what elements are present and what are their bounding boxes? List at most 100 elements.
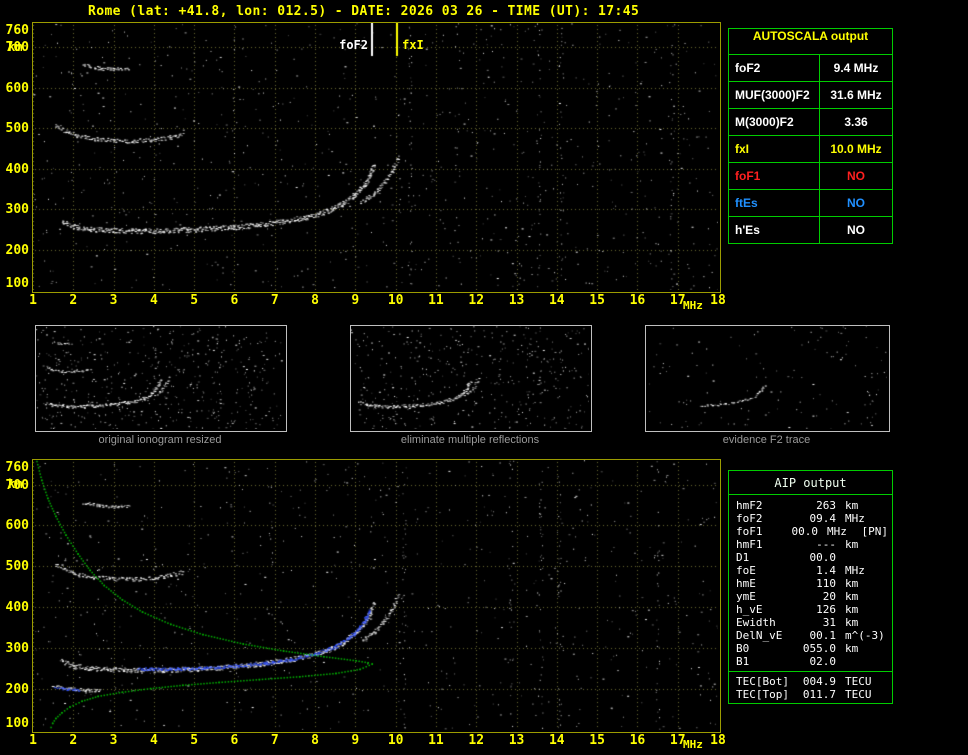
y-tick-label: 700	[5, 40, 29, 56]
y-tick-label: 760	[5, 460, 29, 475]
aip-extra: [PN]	[861, 525, 888, 538]
aip-val: 263	[816, 499, 836, 512]
aip-val: 110	[816, 577, 836, 590]
aip-unit: km	[845, 538, 859, 551]
x-tick-label: 7	[270, 733, 279, 748]
y-tick-label: 300	[5, 641, 29, 657]
aip-extra	[887, 688, 888, 701]
aip-name: hmF1	[736, 538, 763, 551]
autoscala-param-value: NO	[847, 196, 865, 210]
autoscala-param-value: 9.4 MHz	[833, 61, 879, 75]
x-tick-label: 2	[69, 733, 78, 748]
aip-name: ymE	[736, 590, 756, 603]
aip-name: B0	[736, 642, 750, 655]
autoscala-row: M(3000)F2 3.36	[729, 109, 892, 136]
x-tick-label: 1	[29, 293, 37, 308]
thumb-caption-original: original ionogram resized	[98, 434, 222, 446]
x-tick-label: 12	[468, 293, 485, 308]
y-tick-label: 760	[5, 23, 29, 38]
aip-row: TEC[Bot] 004.9 TECU	[729, 675, 892, 688]
autoscala-param-value: NO	[847, 223, 865, 237]
aip-name: hmF2	[736, 499, 763, 512]
ionogram-canvas-bottom	[33, 460, 718, 730]
aip-row: h_vE 126 km	[729, 603, 892, 616]
y-tick-label: 500	[5, 559, 29, 575]
aip-row: hmF2 263 km	[729, 499, 892, 512]
aip-row: Ewidth 31 km	[729, 616, 892, 629]
aip-table-title: AIP output	[729, 471, 892, 495]
aip-extra	[887, 616, 888, 629]
aip-row: hmE 110 km	[729, 577, 892, 590]
aip-name: DelN_vE	[736, 629, 783, 642]
aip-row: ymE 20 km	[729, 590, 892, 603]
autoscala-param-name: MUF(3000)F2	[729, 82, 820, 108]
aip-extra	[887, 655, 888, 668]
x-tick-label: 18	[710, 293, 726, 308]
x-tick-label: 14	[548, 733, 565, 748]
ionogram-plot-bottom	[32, 459, 721, 733]
aip-extra	[887, 538, 888, 551]
autoscala-table-body: foF2 9.4 MHz MUF(3000)F2 31.6 MHz M(3000)F2 3…	[729, 55, 892, 243]
aip-unit: MHz	[827, 525, 847, 538]
x-tick-label: 4	[149, 733, 158, 748]
x-tick-label: 3	[109, 293, 118, 308]
aip-unit: MHz	[845, 564, 865, 577]
aip-val: 20	[822, 590, 836, 603]
aip-unit: km	[845, 642, 859, 655]
autoscala-param-value: 3.36	[844, 115, 868, 129]
aip-val: 31	[822, 616, 836, 629]
y-tick-label: 400	[5, 600, 29, 616]
x-tick-label: 7	[270, 293, 279, 308]
autoscala-table-title: AUTOSCALA output	[729, 29, 892, 55]
x-tick-label: 6	[230, 293, 239, 308]
x-tick-label: 2	[69, 293, 78, 308]
aip-val: 1.4	[816, 564, 836, 577]
x-tick-label: 9	[351, 293, 360, 308]
autoscala-row: foF2 9.4 MHz	[729, 55, 892, 82]
aip-name: Ewidth	[736, 616, 776, 629]
x-tick-label: 10	[387, 293, 404, 308]
aip-name: TEC[Top]	[736, 688, 789, 701]
aip-row: hmF1 --- km	[729, 538, 892, 551]
x-tick-label: 18	[710, 733, 726, 748]
aip-unit: km	[845, 616, 859, 629]
x-tick-label: 4	[149, 293, 158, 308]
aip-name: TEC[Bot]	[736, 675, 789, 688]
x-tick-label: 8	[311, 733, 319, 748]
y-tick-label: 700	[5, 477, 29, 493]
x-tick-label: 12	[468, 733, 485, 748]
autoscala-row: MUF(3000)F2 31.6 MHz	[729, 82, 892, 109]
x-tick-label: 15	[589, 733, 605, 748]
x-tick-label: 16	[629, 293, 646, 308]
aip-name: foE	[736, 564, 756, 577]
aip-output-table: AIP output hmF2 263 km foF2 09.4 MHz foF1 00.0 M…	[728, 470, 893, 704]
aip-name: foF2	[736, 512, 763, 525]
autoscala-output-table: AUTOSCALA output foF2 9.4 MHz MUF(3000)F2 3…	[728, 28, 893, 244]
aip-row: foF1 00.0 MHz [PN]	[729, 525, 892, 538]
aip-table-body: hmF2 263 km foF2 09.4 MHz foF1 00.0 MHz [PN] hmF1-…	[729, 495, 892, 671]
aip-val: 00.0	[791, 525, 819, 538]
aip-name: hmE	[736, 577, 756, 590]
ionogram-plot-top	[32, 22, 721, 293]
y-tick-label: 300	[5, 202, 29, 218]
autoscala-param-name: h'Es	[729, 217, 820, 243]
autoscala-row: foF1 NO	[729, 163, 892, 190]
aip-val: 126	[816, 603, 836, 616]
aip-val: 02.0	[809, 655, 837, 668]
y-tick-label: 100	[5, 716, 29, 731]
aip-row: foE 1.4 MHz	[729, 564, 892, 577]
y-tick-label: 500	[5, 121, 29, 137]
x-tick-label: 8	[311, 293, 319, 308]
aip-unit: TECU	[845, 688, 872, 701]
x-tick-label: 11	[428, 733, 444, 748]
x-tick-label: 6	[230, 733, 239, 748]
aip-unit: km	[845, 577, 859, 590]
x-tick-label: 10	[387, 733, 404, 748]
autoscala-param-value: 10.0 MHz	[830, 142, 882, 156]
aip-unit	[845, 551, 887, 564]
aip-val: 055.0	[802, 642, 836, 655]
x-tick-label: 17	[669, 293, 686, 308]
aip-val: 09.4	[809, 512, 837, 525]
aip-name: h_vE	[736, 603, 763, 616]
autoscala-param-name: foF2	[729, 55, 820, 81]
